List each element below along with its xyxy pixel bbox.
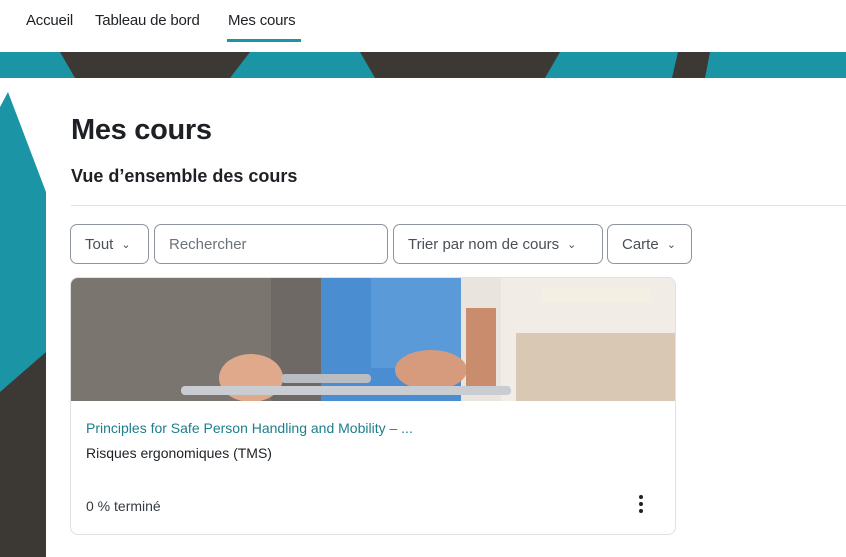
sort-dropdown[interactable]: Trier par nom de cours ⌄ <box>393 224 603 264</box>
kebab-menu-icon[interactable] <box>633 492 649 516</box>
course-name-link[interactable]: Principles for Safe Person Handling and … <box>86 420 413 436</box>
search-input[interactable] <box>154 224 388 264</box>
course-category: Risques ergonomiques (TMS) <box>86 445 272 461</box>
section-divider <box>71 205 846 206</box>
nav-item-accueil[interactable]: Accueil <box>26 12 73 29</box>
chevron-down-icon: ⌄ <box>121 238 131 251</box>
nav-item-mes-cours[interactable]: Mes cours <box>226 12 302 42</box>
course-image[interactable] <box>71 278 675 401</box>
course-card: Principles for Safe Person Handling and … <box>70 277 676 535</box>
view-dropdown-label: Carte <box>622 235 659 253</box>
grouping-dropdown-label: Tout <box>85 235 114 253</box>
page-title: Mes cours <box>71 114 212 146</box>
chevron-down-icon: ⌄ <box>666 238 676 251</box>
sort-dropdown-label: Trier par nom de cours <box>408 235 560 253</box>
primary-navigation: Accueil Tableau de bord Mes cours <box>0 0 846 52</box>
view-dropdown[interactable]: Carte ⌄ <box>607 224 692 264</box>
section-title: Vue d’ensemble des cours <box>71 166 298 186</box>
course-progress-text: 0 % terminé <box>86 498 161 514</box>
nav-item-tableau-de-bord[interactable]: Tableau de bord <box>95 12 200 29</box>
grouping-dropdown[interactable]: Tout ⌄ <box>70 224 149 264</box>
chevron-down-icon: ⌄ <box>567 238 577 251</box>
